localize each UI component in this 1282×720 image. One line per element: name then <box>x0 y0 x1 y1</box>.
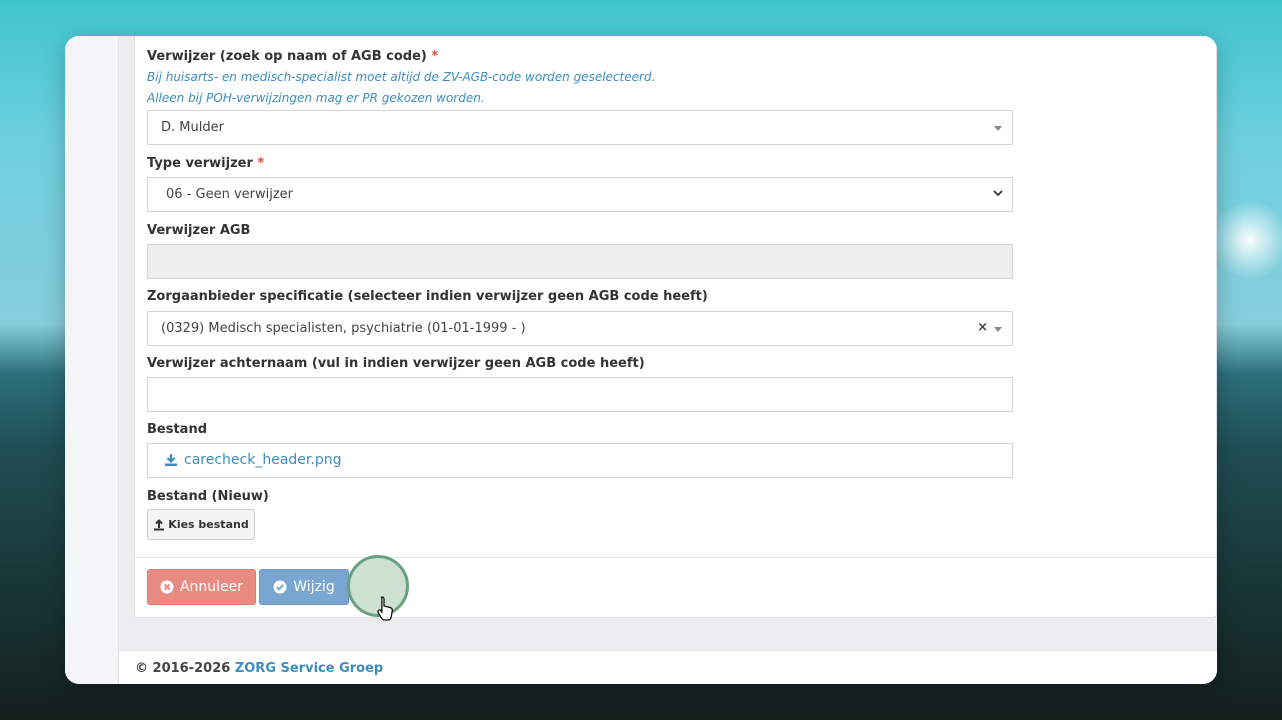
download-icon <box>165 454 177 466</box>
copyright-text: © 2016-2026 <box>135 661 231 676</box>
cancel-button[interactable]: Annuleer <box>147 569 256 605</box>
page-footer: © 2016-2026 ZORG Service Groep <box>119 650 1217 684</box>
type-verwijzer-value: 06 - Geen verwijzer <box>166 187 293 202</box>
form-card: Verwijzer (zoek op naam of AGB code) * B… <box>134 36 1217 621</box>
verwijzer-label-text: Verwijzer (zoek op naam of AGB code) <box>147 49 427 64</box>
type-verwijzer-label: Type verwijzer * <box>147 156 264 171</box>
choose-file-label: Kies bestand <box>168 518 249 531</box>
verwijzer-hint-2: Alleen bij POH-verwijzingen mag er PR ge… <box>147 91 485 105</box>
verwijzer-select[interactable]: D. Mulder <box>147 110 1013 145</box>
zorgaanbieder-select[interactable]: (0329) Medisch specialisten, psychiatrie… <box>147 311 1013 346</box>
verwijzer-hint-1: Bij huisarts- en medisch-specialist moet… <box>147 70 656 84</box>
caret-down-icon <box>994 327 1002 332</box>
close-circle-icon <box>160 580 174 594</box>
verwijzer-label: Verwijzer (zoek op naam of AGB code) * <box>147 49 438 64</box>
clear-icon[interactable]: × <box>977 320 988 335</box>
chevron-down-icon <box>993 190 1003 197</box>
app-window: Verwijzer (zoek op naam of AGB code) * B… <box>65 36 1217 684</box>
bestand-label: Bestand <box>147 422 208 437</box>
choose-file-button[interactable]: Kies bestand <box>147 509 255 540</box>
achternaam-label: Verwijzer achternaam (vul in indien verw… <box>147 356 645 371</box>
verwijzer-agb-input <box>147 244 1013 279</box>
required-marker: * <box>257 156 265 171</box>
verwijzer-value: D. Mulder <box>161 120 224 135</box>
sidebar <box>65 36 119 684</box>
bestand-field: carecheck_header.png <box>147 443 1013 478</box>
submit-button[interactable]: Wijzig <box>259 569 349 605</box>
check-circle-icon <box>273 580 287 594</box>
file-name: carecheck_header.png <box>184 452 342 468</box>
upload-icon <box>154 518 165 530</box>
caret-down-icon <box>994 126 1002 131</box>
zorgaanbieder-label: Zorgaanbieder specificatie (selecteer in… <box>147 289 708 304</box>
achternaam-input[interactable] <box>147 377 1013 412</box>
verwijzer-agb-label: Verwijzer AGB <box>147 223 251 238</box>
cancel-label: Annuleer <box>179 579 244 595</box>
form-divider <box>135 557 1216 558</box>
content-area: Verwijzer (zoek op naam of AGB code) * B… <box>119 36 1217 650</box>
file-download-link[interactable]: carecheck_header.png <box>164 452 341 468</box>
zorgaanbieder-value: (0329) Medisch specialisten, psychiatrie… <box>161 321 526 336</box>
type-verwijzer-label-text: Type verwijzer <box>147 156 253 171</box>
pointer-cursor-icon <box>377 596 393 621</box>
company-link[interactable]: ZORG Service Groep <box>235 661 383 676</box>
submit-label: Wijzig <box>293 579 335 595</box>
bestand-nieuw-label: Bestand (Nieuw) <box>147 489 269 504</box>
type-verwijzer-select[interactable]: 06 - Geen verwijzer <box>147 177 1013 212</box>
background-cloud <box>1210 200 1282 280</box>
required-marker: * <box>431 49 439 64</box>
footer-copyright: © 2016-2026 ZORG Service Groep <box>135 661 383 676</box>
